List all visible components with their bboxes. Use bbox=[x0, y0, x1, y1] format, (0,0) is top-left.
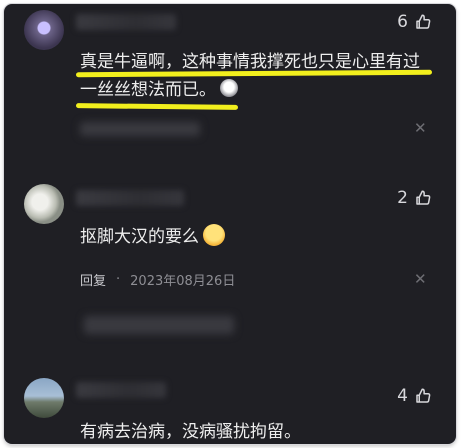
like-control[interactable]: 4 bbox=[397, 386, 432, 406]
comment-list: 6 真是牛逼啊，这种事情我撑死也只是心里有过 一丝丝想法而已。 ✕ 2 抠脚大汉… bbox=[4, 4, 456, 444]
meta-blurred bbox=[80, 122, 200, 136]
comment-line-2: 一丝丝想法而已。 bbox=[80, 80, 216, 100]
avatar[interactable] bbox=[24, 378, 64, 418]
highlight-underline bbox=[75, 103, 239, 110]
like-count: 6 bbox=[397, 12, 408, 32]
comment-line-1: 有病去治病，没病骚扰拘留。 bbox=[80, 422, 301, 442]
close-icon[interactable]: ✕ bbox=[414, 272, 427, 287]
comment-text: 一丝丝想法而已。 bbox=[80, 76, 238, 104]
like-count: 4 bbox=[397, 386, 408, 406]
comment-item: 6 真是牛逼啊，这种事情我撑死也只是心里有过 一丝丝想法而已。 ✕ bbox=[4, 4, 456, 154]
separator-dot: · bbox=[116, 272, 121, 287]
comment-meta: 回复 · 2023年08月26日 bbox=[80, 270, 235, 289]
thumbs-up-icon[interactable] bbox=[414, 189, 432, 207]
username-blurred bbox=[76, 190, 184, 206]
thumbs-up-icon[interactable] bbox=[414, 13, 432, 31]
emoji-icon bbox=[220, 79, 238, 97]
comment-item: 4 有病去治病，没病骚扰拘留。 bbox=[4, 374, 456, 444]
avatar[interactable] bbox=[24, 10, 64, 50]
like-control[interactable]: 6 bbox=[397, 12, 432, 32]
comment-line-1: 抠脚大汉的要么 bbox=[80, 227, 199, 247]
reply-blurred bbox=[84, 316, 234, 334]
comment-line-1: 真是牛逼啊，这种事情我撑死也只是心里有过 bbox=[80, 52, 420, 72]
comment-text: 有病去治病，没病骚扰拘留。 bbox=[80, 418, 301, 444]
reply-button[interactable]: 回复 bbox=[80, 270, 106, 289]
thumbs-up-icon[interactable] bbox=[414, 387, 432, 405]
username-blurred bbox=[76, 14, 176, 30]
like-control[interactable]: 2 bbox=[397, 188, 432, 208]
comment-date: 2023年08月26日 bbox=[130, 274, 236, 289]
comment-text: 抠脚大汉的要么 bbox=[80, 223, 225, 251]
username-blurred bbox=[76, 382, 166, 398]
like-count: 2 bbox=[397, 188, 408, 208]
close-icon[interactable]: ✕ bbox=[414, 121, 427, 136]
thinking-emoji-icon bbox=[203, 224, 225, 246]
comment-item: 2 抠脚大汉的要么 回复 · 2023年08月26日 ✕ bbox=[4, 180, 456, 334]
avatar[interactable] bbox=[24, 184, 64, 224]
